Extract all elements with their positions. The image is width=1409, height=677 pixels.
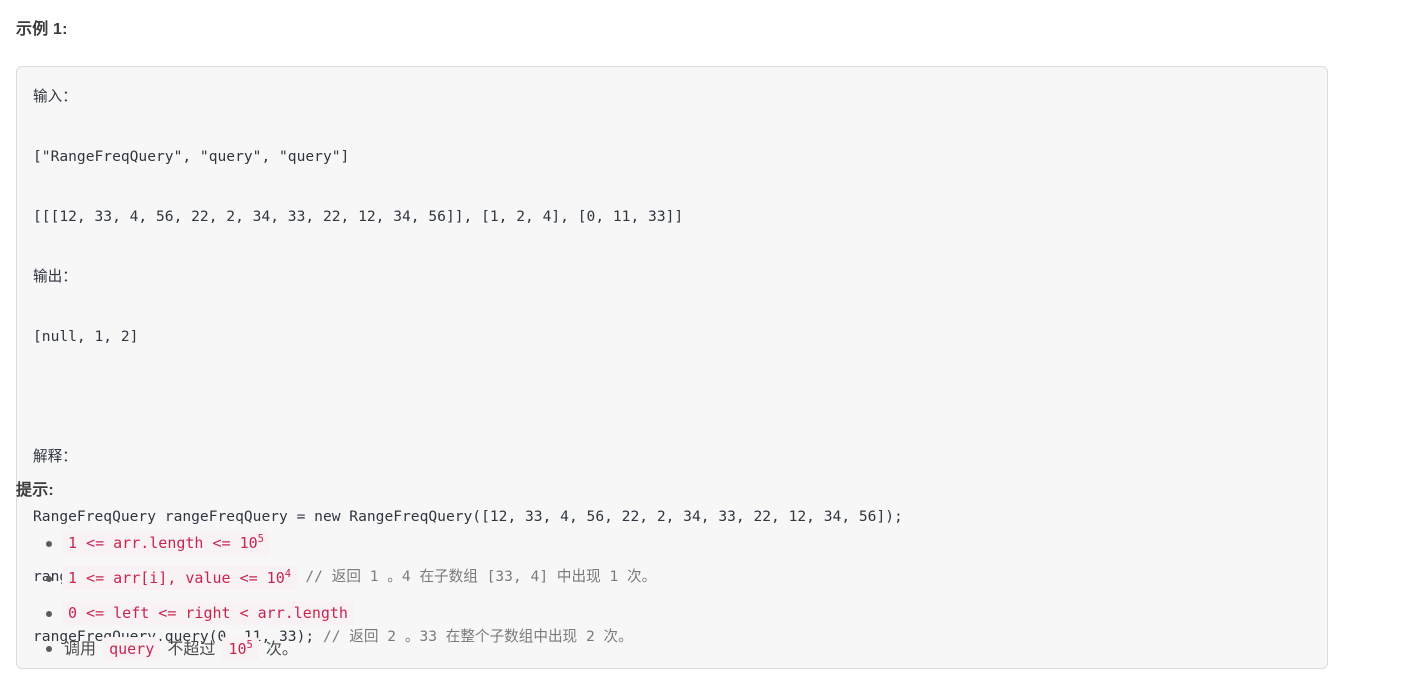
inline-code: 105 (222, 637, 259, 661)
problem-description-page: 示例 1: 输入： ["RangeFreqQuery", "query", "q… (0, 0, 1409, 677)
inline-code: 0 <= left <= right < arr.length (62, 601, 354, 625)
code-line: 解释： (33, 442, 1311, 472)
code-text: RangeFreqQuery rangeFreqQuery = new Rang… (33, 508, 903, 525)
constraint-text: 调用 (64, 639, 102, 658)
code-text: 输出： (33, 268, 77, 285)
code-line: [[[12, 33, 4, 56, 22, 2, 34, 33, 22, 12,… (33, 202, 1311, 232)
hints-heading: 提示: (16, 482, 54, 499)
code-line: ["RangeFreqQuery", "query", "query"] (33, 142, 1311, 172)
inline-code: 1 <= arr[i], value <= 104 (62, 566, 298, 590)
constraint-item: 0 <= left <= right < arr.length (46, 596, 1402, 631)
constraint-item: 调用 query 不超过 105 次。 (46, 631, 1402, 667)
code-line: 输入： (33, 82, 1311, 112)
bullet-icon (46, 611, 52, 617)
bullet-icon (46, 541, 52, 547)
code-line: [null, 1, 2] (33, 322, 1311, 352)
exponent: 5 (257, 533, 264, 545)
constraints-list: 1 <= arr.length <= 105 1 <= arr[i], value… (16, 526, 1402, 667)
bullet-icon (46, 576, 52, 582)
code-text: ["RangeFreqQuery", "query", "query"] (33, 148, 350, 165)
code-line: 输出： (33, 262, 1311, 292)
exponent: 4 (284, 568, 292, 580)
code-text: 解释： (33, 448, 77, 465)
constraint-text: 不超过 (162, 639, 221, 658)
inline-code: 1 <= arr.length <= 105 (62, 531, 270, 555)
code-text: 输入： (33, 88, 77, 105)
exponent: 5 (246, 639, 253, 651)
constraint-item: 1 <= arr.length <= 105 (46, 526, 1402, 561)
constraint-item: 1 <= arr[i], value <= 104 (46, 561, 1402, 596)
inline-code: query (103, 637, 161, 661)
example-heading: 示例 1: (16, 21, 68, 38)
bullet-icon (46, 646, 52, 652)
constraint-text: 次。 (260, 639, 298, 658)
code-text: [[[12, 33, 4, 56, 22, 2, 34, 33, 22, 12,… (33, 208, 684, 225)
code-text: [null, 1, 2] (33, 328, 139, 345)
